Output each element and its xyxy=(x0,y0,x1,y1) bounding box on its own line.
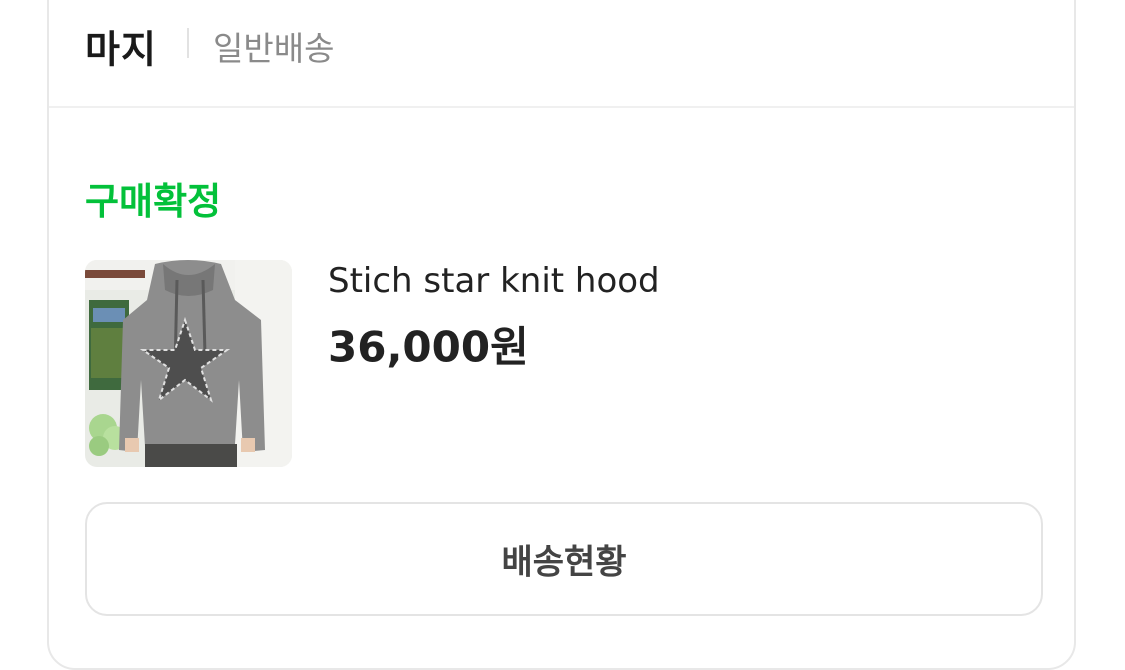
order-card: 마지 일반배송 구매확정 Stich star knit hood 36,000… xyxy=(47,0,1076,670)
header-divider xyxy=(187,28,189,58)
store-name[interactable]: 마지 xyxy=(85,19,157,74)
product-name[interactable]: Stich star knit hood xyxy=(328,261,660,301)
delivery-status-label: 배송현황 xyxy=(501,542,627,583)
product-thumbnail[interactable] xyxy=(85,260,292,467)
order-status: 구매확정 xyxy=(85,180,222,223)
hoodie-photo-icon xyxy=(85,260,292,467)
order-card-header: 마지 일반배송 xyxy=(49,2,1074,108)
product-price: 36,000원 xyxy=(328,322,529,372)
shipping-type: 일반배송 xyxy=(213,29,335,68)
delivery-status-button[interactable]: 배송현황 xyxy=(85,502,1043,616)
